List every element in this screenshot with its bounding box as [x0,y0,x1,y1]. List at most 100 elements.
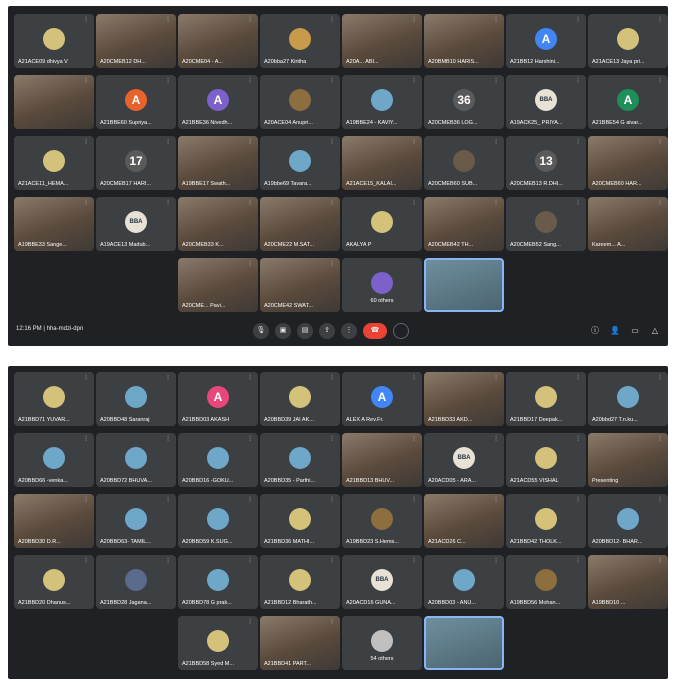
mic-status-icon: ⫶ [495,375,497,382]
participant-name: A19BBD23 S.Hems... [346,539,399,545]
mic-status-icon: ⫶ [249,200,251,207]
raise-hand-icon[interactable] [393,323,409,339]
captions-icon[interactable]: ▤ [297,323,313,339]
meet-window-1: ⫶ A21ACE09 dhivya V ⫶ A20CMEB12 DH... ⫶ A20CM… [8,6,668,346]
participant-tile[interactable]: 60 others [342,258,422,312]
participant-tile[interactable]: ⫶ Kareem... A... [588,197,668,251]
participant-tile[interactable]: BBA ⫶ A20ACD16 GUNA... [342,555,422,609]
participant-tile[interactable]: ⫶ A20BBD66 -venka... [14,433,94,487]
participant-tile[interactable]: ⫶ A21ACE13 Jaya pri... [588,14,668,68]
participant-tile[interactable]: A ⫶ ALEX A Rev.Fr. [342,372,422,426]
participant-tile[interactable]: ⫶ A20BBD03 - ANU... [424,555,504,609]
participant-tile[interactable]: ⫶ A20bba27 Kiritha [260,14,340,68]
participant-tile[interactable]: BBA ⫶ A19ACE13 Madub... [96,197,176,251]
participant-tile[interactable]: 13 ⫶ A20CMEB13 R.DHI... [506,136,586,190]
participant-tile[interactable]: 54 others [342,616,422,670]
participant-tile[interactable]: ⫶ A21BBD12 Bharath... [260,555,340,609]
participant-tile[interactable]: ⫶ A21BBD17 Deepak... [506,372,586,426]
participant-tile[interactable]: ⫶ A20bbd27 T.n.ku... [588,372,668,426]
participant-tile[interactable]: ⫶ A20BMB10 HARIS... [424,14,504,68]
participant-tile[interactable]: BBA ⫶ A19ACK25_ PRIYA... [506,75,586,129]
participant-tile[interactable]: ⫶ A19BBD56 Mohan... [506,555,586,609]
participant-tile[interactable]: ⫶ A20CMEB12 DH... [96,14,176,68]
avatar [207,447,229,469]
end-call-icon[interactable]: ☎ [363,323,387,339]
participant-tile[interactable]: ⫶ A21BBD42 THOLK... [506,494,586,548]
chat-icon[interactable]: ▭ [630,323,640,339]
participant-tile[interactable]: ⫶ A19BBD10 ... [588,555,668,609]
info-icon[interactable]: ⓘ [590,323,600,339]
participant-tile[interactable]: ⫶ Presenting [588,433,668,487]
participant-tile[interactable]: ⫶ A21ACE11_HEMA... [14,136,94,190]
participant-tile[interactable]: ⫶ A19bbe69 Tavara... [260,136,340,190]
participant-tile[interactable]: ⫶ A20BBD39 JAI AK... [260,372,340,426]
participant-tile[interactable]: ⫶ A21BBD58 Syed M... [178,616,258,670]
participant-tile[interactable]: ⫶ A21ACD55 VISHAL [506,433,586,487]
participant-tile[interactable]: ⫶ A19BBE17 Swath... [178,136,258,190]
participant-tile[interactable]: 36 ⫶ A20CMEB36 LOG... [424,75,504,129]
participant-tile[interactable]: ⫶ A20BBD63- TAMIL... [96,494,176,548]
avatar: A [617,89,639,111]
participant-name: A20BBD59 K.SUG... [182,539,233,545]
participant-tile[interactable]: ⫶ [14,75,94,129]
participant-tile[interactable]: ⫶ A20BBD16 -GOKU... [178,433,258,487]
mic-status-icon: ⫶ [167,558,169,565]
participant-tile[interactable]: ⫶ A21BBD13 BHUV... [342,433,422,487]
participant-tile[interactable]: ⫶ A20BBD72 BHUVA... [96,433,176,487]
participant-tile[interactable]: ⫶ A20BBD59 K.SUG... [178,494,258,548]
camera-icon[interactable]: ▣ [275,323,291,339]
participant-tile[interactable]: ⫶ A20CME... Pavi... [178,258,258,312]
participant-tile[interactable]: ⫶ A20CMEB52 Sang... [506,197,586,251]
participant-tile[interactable]: ⫶ AKALYA P [342,197,422,251]
participant-tile[interactable]: A ⫶ A21BB12 Harshini... [506,14,586,68]
participant-tile[interactable]: ⫶ A20BBD12- BHAR... [588,494,668,548]
self-view-tile[interactable] [424,258,504,312]
participant-tile[interactable]: ⫶ A20CME22 M.SAT... [260,197,340,251]
participant-tile[interactable]: ⫶ A21ACE15_KALAI... [342,136,422,190]
participant-name: A19BBE17 Swath... [182,181,231,187]
self-view-tile[interactable] [424,616,504,670]
participant-tile[interactable]: ⫶ A20ACE04 Anupri... [260,75,340,129]
participant-tile[interactable]: ⫶ A21BBD41 PART... [260,616,340,670]
participant-tile[interactable]: BBA ⫶ A20ACD05 - ARA... [424,433,504,487]
participant-tile[interactable]: ⫶ A21BBD36 MATHI... [260,494,340,548]
participant-tile[interactable]: ⫶ A20CMEB42 TH... [424,197,504,251]
mic-icon[interactable]: 🎙 [253,323,269,339]
participant-tile[interactable]: ⫶ A21BBD71 YUVAR... [14,372,94,426]
people-icon[interactable]: 👤 [610,323,620,339]
participant-tile[interactable]: 17 ⫶ A20CMEB17 HARI... [96,136,176,190]
participant-tile[interactable]: ⫶ A21BBD33 AKD... [424,372,504,426]
participant-tile[interactable]: ⫶ A20CMEB60 SUB... [424,136,504,190]
mic-status-icon: ⫶ [331,78,333,85]
participant-tile[interactable]: ⫶ A20BBD78 G prak... [178,555,258,609]
avatar [535,386,557,408]
participant-tile[interactable]: ⫶ A19BBE24 - KAVIY... [342,75,422,129]
present-icon[interactable]: ⇪ [319,323,335,339]
participant-tile[interactable]: ⫶ A20BBD48 Saranraj [96,372,176,426]
participant-tile[interactable]: ⫶ A20CME04 - A... [178,14,258,68]
participant-tile[interactable]: ⫶ A20BBD30 D.R... [14,494,94,548]
participant-tile[interactable]: ⫶ A19BBD23 S.Hems... [342,494,422,548]
mic-status-icon: ⫶ [85,558,87,565]
participant-tile[interactable]: A ⫶ A21BBE36 Nivedh... [178,75,258,129]
mic-status-icon: ⫶ [331,558,333,565]
participant-tile[interactable]: ⫶ A20CME42 SWAT... [260,258,340,312]
participant-tile[interactable]: ⫶ A21ACD26 C... [424,494,504,548]
participant-tile[interactable]: ⫶ A21BBD20 Dhanus... [14,555,94,609]
participant-tile[interactable]: A ⫶ A21BBE54 G aivar... [588,75,668,129]
participant-tile[interactable]: A ⫶ A21BBD03 AKASH [178,372,258,426]
mic-status-icon: ⫶ [167,200,169,207]
participant-tile[interactable]: ⫶ A20CMEB60 HAR... [588,136,668,190]
participant-name: A21BBD03 AKASH [182,417,230,423]
participant-tile[interactable]: ⫶ A20CMEB33 K... [178,197,258,251]
participant-tile[interactable]: ⫶ A21ACE09 dhivya V [14,14,94,68]
participant-name: A21ACE13 Jaya pri... [592,59,645,65]
more-icon[interactable]: ⋮ [341,323,357,339]
participant-name: A21ACE09 dhivya V [18,59,68,65]
participant-tile[interactable]: ⫶ A19BBE33 Sange... [14,197,94,251]
participant-tile[interactable]: A ⫶ A21BBE60 Supriya... [96,75,176,129]
participant-tile[interactable]: ⫶ A20BBD35 - Parthi... [260,433,340,487]
participant-tile[interactable]: ⫶ A20A... ABI... [342,14,422,68]
activities-icon[interactable]: △ [650,323,660,339]
participant-tile[interactable]: ⫶ A21BBD28 Jagana... [96,555,176,609]
